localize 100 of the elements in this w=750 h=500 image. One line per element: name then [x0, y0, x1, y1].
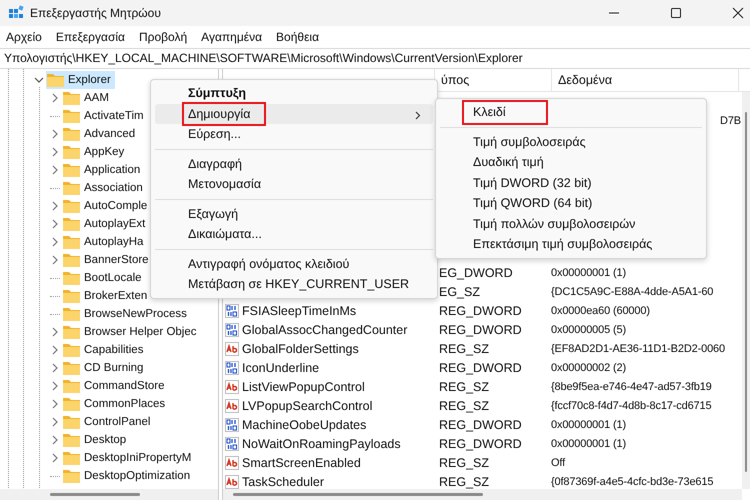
value-data: 0x00000002 (2) — [551, 362, 626, 374]
scroll-bar[interactable] — [0, 489, 218, 500]
binary-value-icon — [225, 304, 239, 318]
chevron-icon[interactable] — [50, 129, 60, 139]
scroll-bar[interactable] — [223, 489, 742, 500]
value-data: D7B — [720, 114, 741, 126]
close-icon[interactable] — [732, 7, 744, 19]
folder-icon — [47, 73, 64, 87]
folder-icon — [63, 109, 80, 123]
tree-item[interactable]: ActivateTim — [62, 107, 148, 125]
chevron-icon[interactable] — [50, 327, 60, 337]
folder-icon — [63, 253, 80, 267]
value-name: GlobalAssocChangedCounter — [242, 322, 408, 336]
folder-icon — [63, 469, 80, 483]
tree-item[interactable]: BannerStore — [62, 251, 153, 269]
folder-icon — [63, 451, 80, 465]
chevron-icon[interactable] — [50, 237, 60, 247]
folder-icon — [63, 163, 80, 177]
tree-item[interactable]: DesktopIniPropertyM — [62, 449, 196, 467]
tree-item[interactable]: DesktopOptimization — [62, 467, 194, 485]
menu-item[interactable]: Τιμή πολλών συμβολοσειρών — [440, 214, 702, 234]
menu-item[interactable]: Διαγραφή — [155, 154, 433, 174]
chevron-icon[interactable] — [50, 255, 60, 265]
chevron-icon[interactable] — [50, 417, 60, 427]
value-data: {DC1C5A9C-E88A-4dde-A5A1-60 — [551, 286, 714, 298]
string-value-icon — [225, 398, 239, 412]
tree-item[interactable]: AAM — [62, 89, 113, 107]
value-name: FSIASleepTimeInMs — [242, 304, 356, 318]
tree-item[interactable]: Application — [62, 161, 144, 179]
chevron-icon[interactable] — [50, 399, 60, 409]
tree-item[interactable]: AutoplayExt — [62, 215, 150, 233]
value-type: REG_DWORD — [439, 304, 522, 318]
tree-item[interactable]: Association — [62, 179, 147, 197]
tree-item[interactable]: AutoComple — [62, 197, 152, 215]
value-data: 0x00000005 (5) — [551, 324, 626, 336]
chevron-icon[interactable] — [50, 381, 60, 391]
chevron-icon[interactable] — [50, 201, 60, 211]
menu-bar-item[interactable]: Επεξεργασία — [56, 30, 125, 44]
value-data: Off — [551, 456, 566, 468]
tree-item[interactable]: CommonPlaces — [62, 395, 170, 413]
tree-item[interactable]: BrokerExten — [62, 287, 152, 305]
menu-item[interactable]: Τιμή DWORD (32 bit) — [440, 172, 702, 193]
menu-item[interactable]: Εξαγωγή — [155, 204, 433, 224]
value-data: {0f87369f-a4e5-4cfc-bd3e-73e615 — [551, 476, 714, 488]
folder-icon — [63, 361, 80, 375]
address-field[interactable]: Υπολογιστής\HKEY_LOCAL_MACHINE\SOFTWARE\Microsoft\Windows\CurrentVersion\Explorer — [0, 48, 750, 69]
chevron-icon[interactable] — [50, 219, 60, 229]
value-type: REG_DWORD — [439, 418, 522, 432]
folder-icon — [63, 307, 80, 321]
menu-item[interactable]: Τιμή QWORD (64 bit) — [440, 193, 702, 214]
chevron-icon[interactable] — [50, 93, 60, 103]
menu-item[interactable]: Κλειδί — [440, 102, 702, 122]
menu-item[interactable]: Τιμή συμβολοσειράς — [440, 132, 702, 152]
tree-item[interactable]: CD Burning — [62, 359, 148, 377]
chevron-icon[interactable] — [50, 453, 60, 463]
chevron-icon[interactable] — [50, 165, 60, 175]
chevron-icon[interactable] — [34, 75, 44, 85]
column-header[interactable]: Δεδομένα — [552, 69, 739, 91]
tree-item[interactable]: BootLocale — [62, 269, 146, 287]
folder-icon — [63, 271, 80, 285]
string-value-icon — [225, 380, 239, 394]
maximize-icon[interactable] — [670, 7, 682, 19]
menu-item[interactable]: Αντιγραφή ονόματος κλειδιού — [155, 254, 433, 274]
menu-item[interactable]: Επεκτάσιμη τιμή συμβολοσειράς — [440, 234, 702, 254]
chevron-icon[interactable] — [50, 363, 60, 373]
menu-item[interactable]: Σύμπτυξη — [155, 83, 433, 104]
chevron-icon[interactable] — [50, 435, 60, 445]
tree-item[interactable]: Capabilities — [62, 341, 148, 359]
tree-item[interactable]: Browser Helper Objec — [62, 323, 200, 341]
tree-item[interactable]: BrowseNewProcess — [62, 305, 191, 323]
menu-bar-item[interactable]: Αρχείο — [6, 30, 42, 44]
tree-item[interactable]: AutoplayHa — [62, 233, 148, 251]
menu-item[interactable]: Δυαδική τιμή — [440, 152, 702, 172]
folder-icon — [63, 91, 80, 105]
folder-icon — [63, 217, 80, 231]
string-value-icon — [225, 342, 239, 356]
menu-item[interactable]: Εύρεση... — [155, 124, 433, 144]
menu-bar-item[interactable]: Αγαπημένα — [201, 30, 262, 44]
menu-item[interactable]: Δημιουργία — [155, 104, 433, 124]
folder-icon — [63, 199, 80, 213]
menu-item[interactable]: Μετάβαση σε HKEY_CURRENT_USER — [155, 274, 433, 294]
menu-bar-item[interactable]: Βοήθεια — [276, 30, 320, 44]
menu-bar-item[interactable]: Προβολή — [138, 30, 188, 44]
tree-item[interactable]: Explorer — [46, 71, 115, 89]
value-type: EG_SZ — [439, 284, 480, 298]
chevron-icon[interactable] — [50, 147, 60, 157]
value-type: REG_SZ — [439, 398, 490, 412]
tree-item[interactable]: Advanced — [62, 125, 140, 143]
folder-icon — [63, 289, 80, 303]
menu-item[interactable]: Δικαιώματα... — [155, 224, 433, 244]
chevron-icon[interactable] — [50, 345, 60, 355]
scroll-bar[interactable] — [742, 92, 750, 489]
string-value-icon — [225, 474, 239, 488]
tree-item[interactable]: Desktop — [62, 431, 130, 449]
folder-icon — [63, 433, 80, 447]
tree-item[interactable]: ControlPanel — [62, 413, 154, 431]
value-name: IconUnderline — [242, 360, 320, 374]
tree-item[interactable]: AppKey — [62, 143, 128, 161]
menu-item[interactable]: Μετονομασία — [155, 174, 433, 194]
tree-item[interactable]: CommandStore — [62, 377, 169, 395]
